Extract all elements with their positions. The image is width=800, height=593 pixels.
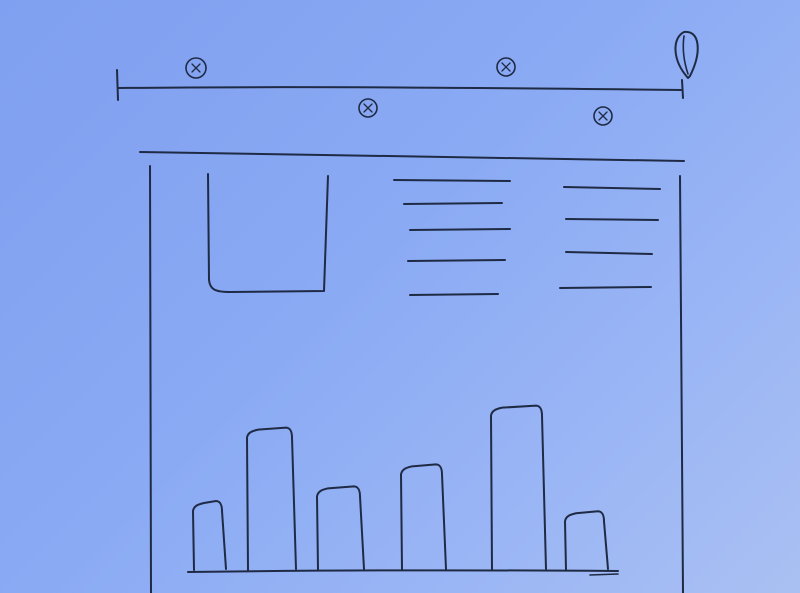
bar-chart xyxy=(187,404,619,576)
text-line xyxy=(409,293,499,296)
text-line xyxy=(559,286,652,289)
image-placeholder[interactable] xyxy=(207,173,329,293)
text-column-2 xyxy=(559,186,661,289)
text-line xyxy=(393,179,511,182)
baseline-stroke xyxy=(589,573,619,576)
bar-4 xyxy=(400,463,447,571)
text-line xyxy=(403,202,503,205)
timeline-end-tick xyxy=(681,79,684,99)
timeline-marker[interactable] xyxy=(185,57,207,79)
panel-left-edge xyxy=(149,165,152,593)
timeline xyxy=(116,30,699,126)
bar-1 xyxy=(192,500,227,571)
main-panel xyxy=(139,151,685,593)
text-column-1 xyxy=(393,179,511,296)
text-line xyxy=(565,218,659,221)
panel-right-edge xyxy=(679,175,684,593)
text-line xyxy=(407,259,506,262)
timeline-marker[interactable] xyxy=(496,57,516,77)
text-line xyxy=(563,186,661,190)
timeline-line xyxy=(117,86,683,91)
pin-icon[interactable] xyxy=(674,30,699,79)
timeline-start-tick xyxy=(116,69,119,101)
bar-3 xyxy=(316,485,365,571)
text-line xyxy=(565,251,653,255)
sketch-canvas xyxy=(116,30,699,593)
bar-5 xyxy=(490,404,547,571)
text-line xyxy=(409,228,511,231)
timeline-marker[interactable] xyxy=(593,106,613,126)
panel-top-edge xyxy=(139,151,685,162)
bar-2 xyxy=(246,426,297,571)
timeline-marker[interactable] xyxy=(358,98,378,118)
bar-6 xyxy=(564,510,609,571)
chart-baseline xyxy=(187,569,619,573)
